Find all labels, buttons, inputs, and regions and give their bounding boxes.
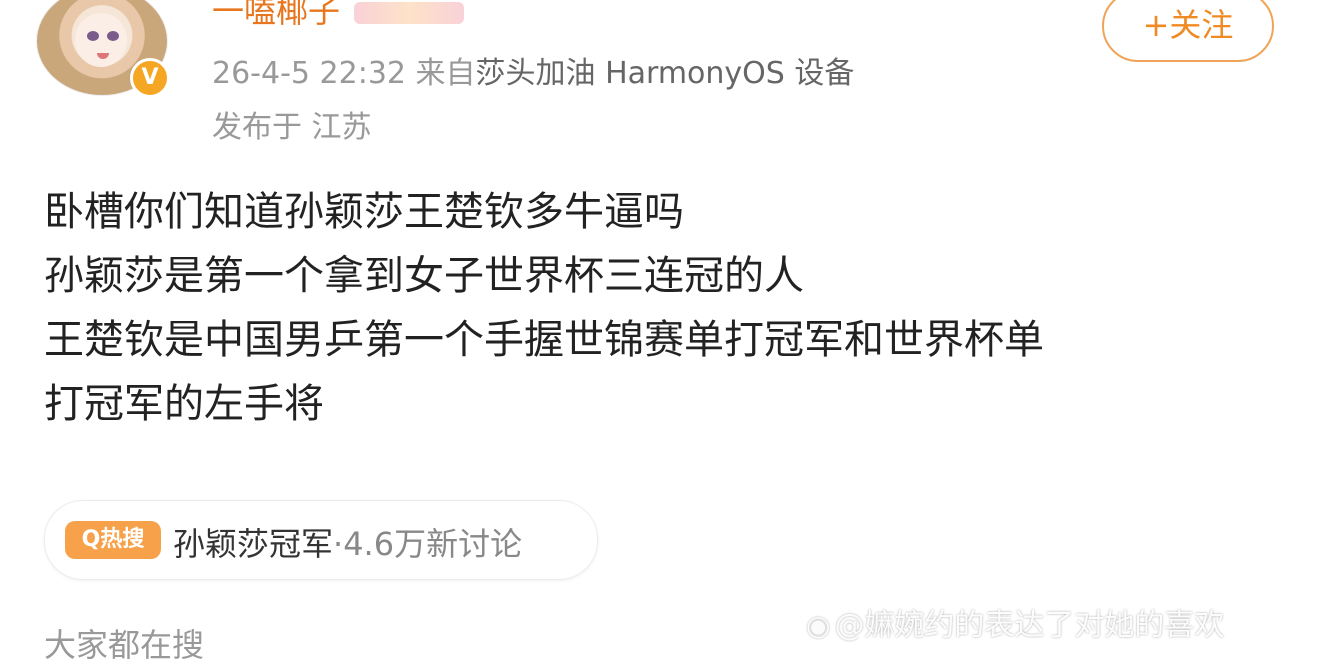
post-location: 发布于 江苏 — [212, 110, 372, 145]
content-line: 王楚钦是中国男乒第一个手握世锦赛单打冠军和世界杯单 — [44, 317, 1044, 363]
avatar-eye-right — [107, 31, 119, 41]
weibo-icon: ◉ — [806, 609, 831, 642]
content-line: 打冠军的左手将 — [44, 381, 324, 427]
post-meta: 26-4-5 22:32 来自莎头加油 HarmonyOS 设备 — [212, 48, 854, 92]
post-content: 卧槽你们知道孙颖莎王楚钦多牛逼吗 孙颖莎是第一个拿到女子世界杯三连冠的人 王楚钦… — [44, 180, 1284, 436]
follow-button[interactable]: +关注 — [1102, 0, 1274, 62]
trending-section-label: 大家都在搜 — [44, 626, 205, 664]
watermark-text: @嫲婉约的表达了对她的喜欢 — [834, 608, 1225, 643]
avatar-eye-left — [87, 31, 99, 41]
hot-search-count: ·4.6万新讨论 — [333, 525, 523, 563]
hot-search-topic-text: 孙颖莎冠军 — [173, 525, 334, 563]
content-line: 卧槽你们知道孙颖莎王楚钦多牛逼吗 — [44, 189, 684, 235]
username-text[interactable]: 一嗑椰子 — [212, 0, 340, 30]
source-prefix: 来自 — [415, 56, 476, 91]
hot-search-badge: Q热搜 — [65, 521, 161, 559]
watermark: ◉ @嫲婉约的表达了对她的喜欢 — [806, 600, 1224, 644]
verified-badge-icon: V — [130, 58, 170, 98]
hot-search-topic[interactable]: 孙颖莎冠军·4.6万新讨论 — [173, 519, 522, 565]
username-decoration-icon — [354, 2, 465, 24]
content-line: 孙颖莎是第一个拿到女子世界杯三连冠的人 — [44, 253, 804, 299]
post-date: 26-4-5 22:32 — [212, 56, 406, 91]
hot-search-card[interactable]: Q热搜 孙颖莎冠军·4.6万新讨论 — [44, 500, 598, 580]
username[interactable]: 一嗑椰子 — [212, 0, 465, 32]
post-source[interactable]: 莎头加油 HarmonyOS 设备 — [476, 56, 855, 91]
